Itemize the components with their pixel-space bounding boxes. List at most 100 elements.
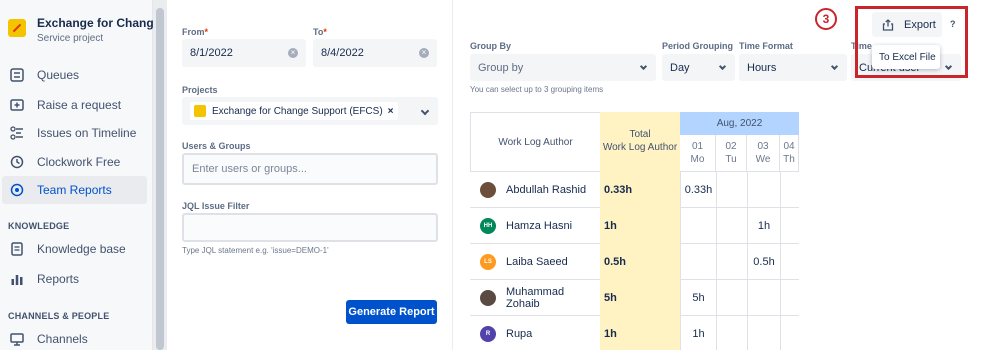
from-date-value: 8/1/2022 bbox=[190, 47, 233, 59]
jql-hint: Type JQL statement e.g. 'issue=DEMO-1' bbox=[182, 246, 329, 255]
generate-report-button[interactable]: Generate Report bbox=[346, 300, 437, 324]
day-cell bbox=[780, 244, 799, 280]
table-row[interactable]: HH Hamza Hasni 1h 1h bbox=[470, 208, 799, 244]
day-cell bbox=[716, 280, 747, 316]
author-cell: R Rupa bbox=[470, 316, 600, 350]
day-cell bbox=[716, 172, 747, 208]
sidebar-item-label: Clockwork Free bbox=[37, 155, 121, 169]
day-cell bbox=[780, 208, 799, 244]
total-cell: 1h bbox=[600, 208, 680, 244]
author-name: Muhammad Zohaib bbox=[506, 286, 565, 310]
highlight-box bbox=[855, 6, 968, 78]
sidebar-item-queues[interactable]: Queues bbox=[2, 61, 147, 89]
day-cell bbox=[780, 280, 799, 316]
avatar: HH bbox=[480, 218, 496, 234]
scrollbar-thumb[interactable] bbox=[156, 8, 164, 350]
project-icon bbox=[8, 19, 26, 37]
day-of-week: Tu bbox=[725, 154, 737, 165]
sidebar-item-raise-request[interactable]: Raise a request bbox=[2, 91, 147, 119]
users-groups-input[interactable]: Enter users or groups... bbox=[182, 153, 438, 185]
sidebar-item-clockwork[interactable]: Clockwork Free bbox=[2, 148, 147, 176]
day-number: 02 bbox=[725, 141, 737, 152]
period-grouping-select[interactable]: Day bbox=[662, 54, 735, 81]
total-cell: 5h bbox=[600, 280, 680, 316]
step-number-badge: 3 bbox=[815, 8, 837, 30]
table-row[interactable]: Muhammad Zohaib 5h 5h bbox=[470, 280, 799, 316]
period-grouping-value: Day bbox=[670, 61, 690, 74]
sidebar-item-label: Team Reports bbox=[37, 183, 112, 197]
author-name: Abdullah Rashid bbox=[506, 184, 587, 196]
sidebar-item-reports[interactable]: Reports bbox=[2, 265, 147, 293]
day-cell bbox=[747, 280, 780, 316]
jql-filter-input[interactable] bbox=[182, 213, 438, 242]
group-by-label: Group By bbox=[470, 41, 512, 51]
day-cell: 0.33h bbox=[680, 172, 716, 208]
queues-icon bbox=[10, 68, 24, 82]
section-title-knowledge: KNOWLEDGE bbox=[8, 221, 70, 231]
time-format-label: Time Format bbox=[739, 41, 793, 51]
time-format-value: Hours bbox=[747, 61, 777, 74]
sidebar-item-channels[interactable]: Channels bbox=[2, 325, 147, 350]
total-cell: 1h bbox=[600, 316, 680, 350]
total-column-header[interactable]: Total Work Log Author bbox=[600, 112, 680, 172]
time-format-select[interactable]: Hours bbox=[739, 54, 847, 81]
from-label: From* bbox=[182, 27, 209, 37]
sidebar-item-issues-timeline[interactable]: Issues on Timeline bbox=[2, 119, 147, 147]
day-cell: 1h bbox=[680, 316, 716, 350]
day-cell bbox=[747, 172, 780, 208]
project-chip-label: Exchange for Change Support (EFCS) bbox=[212, 105, 383, 117]
total-cell: 0.5h bbox=[600, 244, 680, 280]
chevron-down-icon[interactable] bbox=[420, 106, 430, 116]
author-cell: LS Laiba Saeed bbox=[470, 244, 600, 280]
day-cell bbox=[780, 316, 799, 350]
remove-icon[interactable]: × bbox=[388, 106, 394, 117]
total-header-line1: Total bbox=[629, 129, 651, 140]
avatar: LS bbox=[480, 254, 496, 270]
group-by-select[interactable]: Group by bbox=[470, 54, 656, 81]
day-cell bbox=[680, 208, 716, 244]
month-header: Aug, 2022 bbox=[680, 112, 799, 135]
sidebar-item-label: Reports bbox=[37, 272, 80, 286]
sidebar-item-team-reports[interactable]: Team Reports bbox=[2, 176, 147, 204]
day-column-header: 02 Tu bbox=[716, 135, 747, 172]
day-number: 03 bbox=[757, 141, 769, 152]
project-chip[interactable]: Exchange for Change Support (EFCS) × bbox=[190, 102, 398, 120]
avatar: R bbox=[480, 326, 496, 342]
day-number: 01 bbox=[691, 141, 704, 152]
clear-icon[interactable]: × bbox=[419, 48, 429, 58]
day-cell: 0.5h bbox=[747, 244, 780, 280]
day-cell: 1h bbox=[747, 208, 780, 244]
author-column-header[interactable]: Work Log Author bbox=[470, 112, 600, 172]
raise-request-icon bbox=[10, 98, 24, 112]
day-of-week: Mo bbox=[690, 154, 705, 165]
reports-icon bbox=[10, 272, 24, 286]
from-date-field[interactable]: 8/1/2022 × bbox=[182, 39, 306, 67]
clear-icon[interactable]: × bbox=[288, 48, 298, 58]
group-by-hint: You can select up to 3 grouping items bbox=[470, 85, 604, 94]
sidebar-scrollbar[interactable] bbox=[153, 0, 167, 350]
to-date-field[interactable]: 8/4/2022 × bbox=[313, 39, 437, 67]
to-label: To* bbox=[313, 27, 327, 37]
day-cell bbox=[680, 244, 716, 280]
day-cell: 5h bbox=[680, 280, 716, 316]
table-row[interactable]: LS Laiba Saeed 0.5h 0.5h bbox=[470, 244, 799, 280]
total-header-line2: Work Log Author bbox=[602, 142, 678, 153]
knowledge-base-icon bbox=[10, 242, 24, 256]
table-row[interactable]: R Rupa 1h 1h bbox=[470, 316, 799, 350]
timeline-icon bbox=[10, 126, 24, 140]
author-cell: Abdullah Rashid bbox=[470, 172, 600, 208]
day-column-header: 04 Th bbox=[780, 135, 799, 172]
to-date-value: 8/4/2022 bbox=[321, 47, 364, 59]
sidebar-item-knowledge-base[interactable]: Knowledge base bbox=[2, 235, 147, 263]
app-root: Exchange for Change S... Service project… bbox=[0, 0, 999, 350]
sidebar-item-label: Queues bbox=[37, 68, 80, 82]
table-row[interactable]: Abdullah Rashid 0.33h 0.33h bbox=[470, 172, 799, 208]
section-title-channels: CHANNELS & PEOPLE bbox=[8, 311, 110, 321]
projects-select[interactable]: Exchange for Change Support (EFCS) × bbox=[182, 97, 438, 125]
clock-icon bbox=[10, 155, 24, 169]
author-cell: Muhammad Zohaib bbox=[470, 280, 600, 316]
author-name: Laiba Saeed bbox=[506, 256, 568, 268]
chevron-down-icon bbox=[639, 62, 648, 71]
day-of-week: Th bbox=[783, 154, 795, 165]
users-groups-label: Users & Groups bbox=[182, 141, 251, 151]
